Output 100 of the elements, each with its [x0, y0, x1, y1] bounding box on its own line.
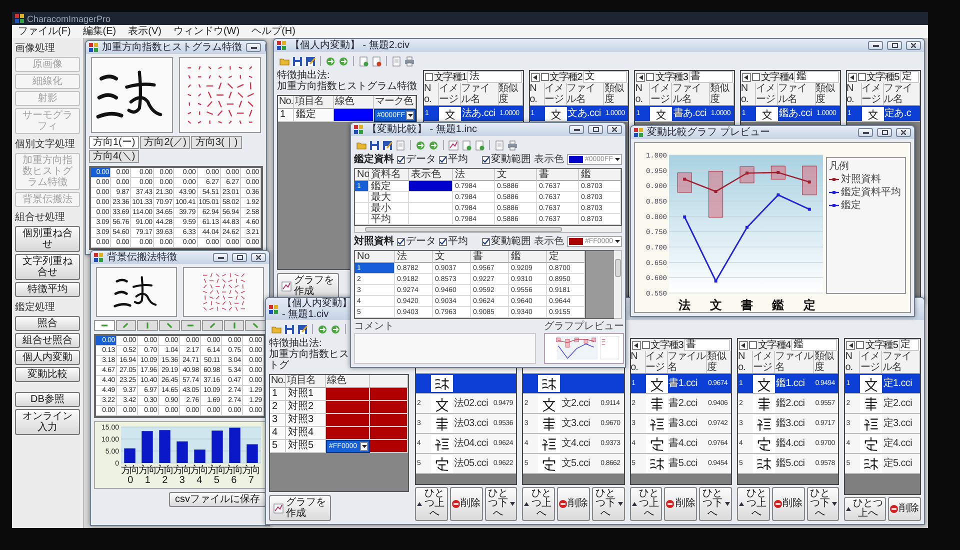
axis-category-label: 文 — [710, 298, 722, 312]
table-cell-text: 文あ.cci — [566, 106, 602, 121]
column-header: 法 — [395, 251, 433, 263]
legend-label: 鑑定資料平均 — [841, 187, 901, 198]
column-header: ファイル名 — [461, 83, 499, 105]
sidebar-heading: 鑑定処理 — [15, 302, 56, 314]
column-header: No. — [738, 351, 753, 373]
column-header: No — [355, 169, 369, 181]
legend-label: 鑑定 — [841, 200, 861, 211]
column-header: No. — [630, 351, 646, 373]
panel-label: 文字種5 — [866, 72, 899, 82]
color-label: 表示色 — [534, 236, 564, 247]
table-cell: 最大 — [369, 192, 409, 203]
app-title: CharacomImagerPro — [27, 14, 111, 24]
table-cell: 対照3 — [286, 414, 326, 427]
axis-category-label: 方向6 — [224, 466, 242, 486]
sidebar-heading: 個別文字処理 — [15, 139, 76, 151]
table-cell: 3 — [270, 414, 286, 427]
table-cell: 1 — [270, 388, 286, 401]
table-cell-text: 法02.cci — [453, 396, 490, 411]
column-header: 類似度 — [498, 83, 523, 105]
table-cell-text: 定1.cci — [882, 376, 914, 391]
panel-label: 文字種2 — [550, 72, 582, 82]
table-cell-text: 書2.cci — [668, 396, 698, 411]
axis-category-label: 書 — [741, 298, 753, 312]
table-cell-text: 定5.cci — [882, 456, 914, 471]
window-title: 背景伝搬法特徴 — [107, 252, 178, 263]
table-cell-text: 鑑4.cci — [774, 437, 806, 451]
column-header: ファイル名 — [672, 83, 710, 105]
comment-label: コメント — [354, 321, 395, 332]
axis-category-label: 鑑 — [772, 298, 784, 312]
column-header: 類似度 — [710, 83, 734, 105]
column-header: ファイル名 — [566, 83, 604, 105]
axis-category-label: 方向0 — [121, 466, 138, 486]
column-header: 線色 — [334, 96, 374, 109]
table-cell-text: 法05.cci — [453, 456, 490, 471]
column-header: 線色 — [326, 375, 370, 388]
column-header: ファイル名 — [884, 83, 920, 105]
column-header: 定 — [547, 251, 585, 263]
table-cell-text: 文5.cci — [560, 456, 592, 471]
table-cell-text: 定あ.c — [884, 106, 912, 121]
table-cell: 最小 — [369, 203, 409, 214]
column-header: 法 — [453, 169, 495, 181]
table-cell-text: 鑑1.cci — [774, 377, 806, 391]
method-value: 加重方向指数ヒストグラム特徴 — [277, 81, 417, 92]
column-header: 類似度 — [706, 351, 731, 373]
panel-label: 文字種3 — [650, 340, 683, 350]
column-header: 表示色 — [409, 169, 453, 181]
table-cell-text: 法03.cci — [453, 416, 490, 431]
table-cell: 鑑定 — [294, 109, 334, 122]
column-header: No. — [740, 83, 756, 105]
axis-category-label: 方向4 — [190, 466, 208, 486]
window-title: 【個人内変動】 - 無題2.civ — [290, 40, 410, 51]
column-header: イメージ — [756, 83, 778, 105]
axis-category-label: 方向5 — [207, 466, 224, 486]
panel-label: 文字種5 — [865, 340, 898, 350]
column-header: No. — [424, 83, 439, 105]
column-header: No. — [270, 375, 286, 388]
table-cell: 5 — [270, 440, 286, 453]
column-header: 類似度 — [814, 351, 838, 373]
table-cell-text: 書4.cci — [668, 436, 698, 451]
panel-label: 文字種1 — [434, 72, 466, 82]
column-header: 文 — [495, 169, 537, 181]
method-label: 特徴抽出法: — [277, 70, 330, 81]
window-title: 加重方向指数ヒストグラム特徴 — [102, 42, 242, 53]
table-cell-text: 書あ.cci — [672, 106, 708, 121]
column-header: No. — [530, 83, 545, 105]
table-cell-text: 定2.cci — [882, 396, 914, 411]
column-header: ファイル名 — [882, 351, 920, 373]
table-cell-text: 書1.cci — [668, 376, 698, 391]
table-cell-text: 定4.cci — [882, 436, 914, 451]
table-cell-text: 文4.cci — [560, 436, 592, 451]
column-header: 鑑 — [509, 251, 547, 263]
panel-label: 文字種3 — [655, 72, 688, 82]
column-header: No. — [635, 83, 650, 105]
table-cell-text: 定3.cci — [882, 416, 914, 431]
column-header: 項目名 — [286, 375, 326, 388]
column-header: ファイル名 — [668, 351, 707, 373]
column-header: イメージ — [752, 351, 775, 373]
column-header: 類似度 — [604, 83, 628, 105]
column-header: 書 — [471, 251, 509, 263]
sidebar-heading: 画像処理 — [15, 43, 56, 55]
section-label: 対照資料 — [354, 236, 394, 248]
table-cell-text: 書3.cci — [668, 416, 698, 431]
table-cell: 2 — [270, 401, 286, 414]
panel-label: 文字種4 — [758, 340, 790, 350]
legend-title: 凡例 — [829, 161, 850, 172]
column-header: イメージ — [860, 351, 882, 373]
column-header: 項目名 — [294, 96, 334, 109]
column-header: 鑑 — [579, 169, 621, 181]
table-cell: 対照1 — [286, 388, 326, 401]
section-label: 鑑定資料 — [354, 154, 394, 166]
method-label: 特徴抽出法: — [269, 338, 322, 349]
column-header: 文 — [433, 251, 471, 263]
table-cell-text: 鑑3.cci — [774, 417, 806, 431]
table-cell: 4 — [270, 427, 286, 440]
table-cell: 対照2 — [286, 401, 326, 414]
method-value: 加重方向指数ヒストグ — [269, 349, 349, 371]
axis-category-label: 方向2 — [156, 466, 173, 486]
window-title: 【変動比較】 - 無題1.inc — [367, 124, 478, 135]
